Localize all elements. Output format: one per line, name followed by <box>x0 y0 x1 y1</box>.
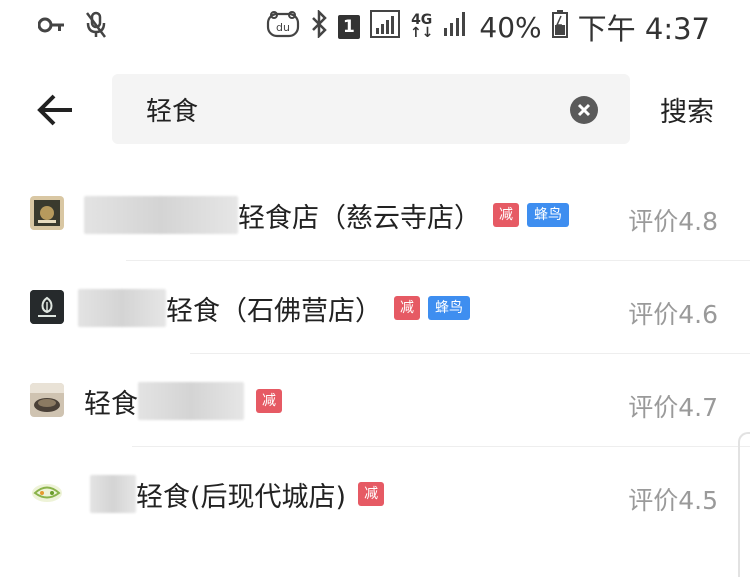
shop-logo <box>30 383 64 417</box>
sim1-icon: 1 <box>337 15 360 39</box>
status-bar: du 1 4G ↑↓ 40% 下午 4:37 <box>0 0 750 54</box>
svg-text:du: du <box>276 21 290 34</box>
shop-rating: 评价4.5 <box>628 486 718 515</box>
status-left <box>37 10 108 44</box>
result-item[interactable]: 轻食店（慈云寺店） 减 蜂鸟 评价4.8 <box>0 168 750 261</box>
shop-logo <box>30 476 64 510</box>
result-list: 轻食店（慈云寺店） 减 蜂鸟 评价4.8 轻食（石佛营店） 减 蜂鸟 评价4.6… <box>0 168 750 540</box>
shop-name: 轻食 <box>84 388 138 420</box>
clear-button[interactable] <box>570 96 598 124</box>
shop-rating: 评价4.6 <box>628 300 718 329</box>
du-icon: du <box>266 10 300 45</box>
search-box <box>112 74 630 144</box>
clock: 下午 4:37 <box>577 12 710 46</box>
shop-rating: 评价4.8 <box>628 207 718 236</box>
shop-name: 轻食(后现代城店) <box>136 481 347 513</box>
mic-off-icon <box>84 10 108 44</box>
battery-icon <box>551 9 568 45</box>
battery-percent: 40% <box>479 10 542 44</box>
fengniao-badge: 蜂鸟 <box>428 296 470 320</box>
result-item[interactable]: 轻食 减 评价4.7 <box>0 354 750 447</box>
fengniao-badge: 蜂鸟 <box>527 203 569 227</box>
key-icon <box>37 17 66 37</box>
shop-logo <box>30 196 64 230</box>
shop-name: 轻食店（慈云寺店） <box>238 202 481 234</box>
status-right: du 1 4G ↑↓ 40% 下午 4:37 <box>266 6 710 48</box>
back-button[interactable] <box>36 90 76 130</box>
close-icon <box>577 103 591 117</box>
network-4g-icon: 4G ↑↓ <box>409 12 434 41</box>
shop-logo <box>30 290 64 324</box>
blurred-text <box>78 289 166 327</box>
arrow-left-icon <box>37 94 72 126</box>
signal-bars-icon <box>443 10 469 45</box>
blurred-text <box>138 382 244 420</box>
blurred-text <box>84 196 238 234</box>
signal-icon <box>369 9 400 45</box>
shop-rating: 评价4.7 <box>628 393 718 422</box>
result-item[interactable]: 轻食（石佛营店） 减 蜂鸟 评价4.6 <box>0 261 750 354</box>
blurred-text <box>90 475 136 513</box>
bluetooth-icon <box>310 8 328 45</box>
result-item[interactable]: 轻食(后现代城店) 减 评价4.5 <box>0 447 750 540</box>
discount-badge: 减 <box>493 203 519 227</box>
scroll-edge <box>738 432 750 577</box>
discount-badge: 减 <box>394 296 420 320</box>
search-input[interactable] <box>146 74 546 144</box>
shop-name: 轻食（石佛营店） <box>166 295 382 327</box>
search-button[interactable]: 搜索 <box>660 90 714 129</box>
discount-badge: 减 <box>358 482 385 506</box>
discount-badge: 减 <box>256 389 282 413</box>
search-header: 搜索 <box>0 70 750 148</box>
